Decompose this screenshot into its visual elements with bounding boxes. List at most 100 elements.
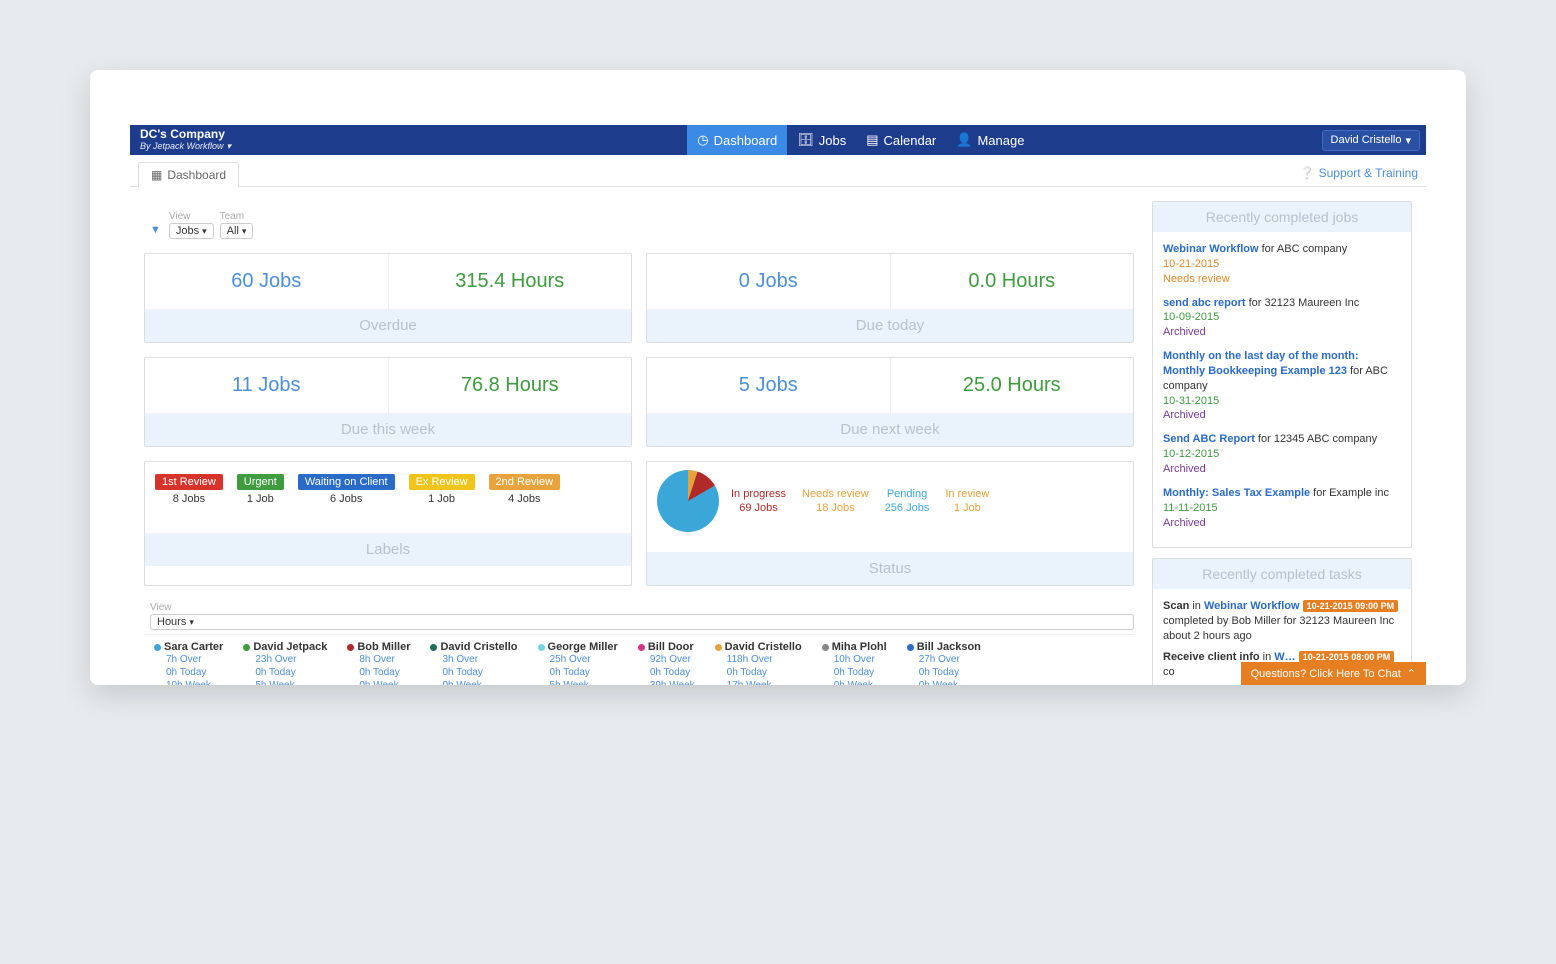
user-menu[interactable]: David Cristello▾ (1322, 130, 1420, 151)
team-member[interactable]: Bill Jackson27h Over0h Today0h Week (907, 641, 981, 685)
status-item: Pending256 Jobs (885, 488, 930, 514)
label-item[interactable]: Urgent1 Job (237, 474, 284, 505)
overdue-title: Overdue (145, 309, 631, 342)
recent-jobs-header: Recently completed jobs (1152, 201, 1412, 232)
job-date: 10-12-2015 (1163, 448, 1219, 460)
view2-select[interactable]: Hours ▾ (150, 614, 1134, 630)
recent-job-item[interactable]: send abc report for 32123 Maureen Inc10-… (1163, 296, 1401, 341)
caret-down-icon: ▾ (1405, 134, 1411, 147)
task-workflow-link[interactable]: Webinar Workflow (1204, 600, 1300, 612)
status-name: In progress (731, 488, 786, 500)
status-name: In review (945, 488, 989, 500)
team-member-name: Sara Carter (164, 641, 223, 653)
task-tail: completed by Bob Miller for 32123 Mauree… (1163, 615, 1394, 642)
team-week: 5h Week (243, 679, 327, 685)
today-jobs: 0 Jobs (647, 254, 891, 309)
job-link[interactable]: Webinar Workflow (1163, 243, 1259, 255)
team-member[interactable]: Bob Miller8h Over0h Today0h Week (347, 641, 410, 685)
nav-dashboard[interactable]: ◷Dashboard (687, 125, 787, 155)
support-link[interactable]: ❔Support & Training (1300, 166, 1418, 186)
label-pill: Ex Review (409, 474, 475, 490)
caret-down-icon: ▾ (242, 226, 247, 237)
labels-title: Labels (145, 533, 631, 566)
brand: DC's Company By Jetpack Workflow▾ (130, 126, 241, 153)
card-due-today[interactable]: 0 Jobs 0.0 Hours Due today (646, 253, 1134, 343)
team-member[interactable]: Bill Door92h Over0h Today39h Week (638, 641, 695, 685)
recent-task-item[interactable]: Scan in Webinar Workflow 10-21-2015 09:0… (1163, 599, 1401, 644)
team-select[interactable]: All ▾ (220, 223, 254, 239)
team-over: 23h Over (243, 653, 327, 666)
team-member[interactable]: Sara Carter7h Over0h Today10h Week (154, 641, 223, 685)
team-week: 5h Week (538, 679, 618, 685)
team-over: 27h Over (907, 653, 981, 666)
color-dot-icon (347, 644, 354, 651)
recent-job-item[interactable]: Monthly: Sales Tax Example for Example i… (1163, 486, 1401, 531)
caret-down-icon: ▾ (189, 617, 194, 628)
label-item[interactable]: Waiting on Client6 Jobs (298, 474, 395, 505)
tab-dashboard[interactable]: ▦Dashboard (138, 162, 239, 187)
nextweek-title: Due next week (647, 413, 1133, 446)
team-member-name: Bob Miller (357, 641, 410, 653)
job-link[interactable]: send abc report (1163, 297, 1246, 309)
team-member-name: George Miller (548, 641, 618, 653)
status-title: Status (647, 552, 1133, 585)
view-select[interactable]: Jobs ▾ (169, 223, 214, 239)
team-week: 0h Week (430, 679, 517, 685)
label-item[interactable]: Ex Review 1 Job (409, 474, 475, 505)
job-status: Archived (1163, 517, 1206, 529)
chat-button[interactable]: Questions? Click Here To Chat⌃ (1241, 662, 1426, 685)
clock-icon: ◷ (697, 132, 708, 148)
team-over: 10h Over (822, 653, 887, 666)
recent-job-item[interactable]: Webinar Workflow for ABC company10-21-20… (1163, 242, 1401, 287)
job-status: Archived (1163, 326, 1206, 338)
label-item[interactable]: 2nd Review4 Jobs (489, 474, 560, 505)
color-dot-icon (638, 644, 645, 651)
label-item[interactable]: 1st Review8 Jobs (155, 474, 223, 505)
team-today: 0h Today (907, 666, 981, 679)
task-time-badge: 10-21-2015 09:00 PM (1303, 600, 1399, 612)
color-dot-icon (822, 644, 829, 651)
job-link[interactable]: Monthly on the last day of the month: Mo… (1163, 350, 1359, 377)
nav-jobs[interactable]: 🗄Jobs (787, 125, 856, 155)
team-member[interactable]: David Jetpack23h Over0h Today5h Week (243, 641, 327, 685)
job-for: for Example inc (1310, 487, 1389, 499)
team-member[interactable]: David Cristello3h Over0h Today0h Week (430, 641, 517, 685)
job-status: Archived (1163, 463, 1206, 475)
job-link[interactable]: Monthly: Sales Tax Example (1163, 487, 1310, 499)
label-count: 4 Jobs (508, 493, 540, 505)
team-filter-label: Team (220, 211, 254, 222)
person-icon: 👤 (956, 132, 972, 148)
nav-calendar[interactable]: ▤Calendar (856, 125, 946, 155)
recent-job-item[interactable]: Monthly on the last day of the month: Mo… (1163, 349, 1401, 423)
team-member[interactable]: Miha Plohl10h Over0h Today0h Week (822, 641, 887, 685)
card-due-next-week[interactable]: 5 Jobs 25.0 Hours Due next week (646, 357, 1134, 447)
team-member-name: David Cristello (440, 641, 517, 653)
team-member[interactable]: David Cristello118h Over0h Today17h Week (715, 641, 802, 685)
caret-down-icon: ▾ (202, 226, 207, 237)
filter-icon[interactable]: ▼ (150, 224, 161, 236)
nav-manage[interactable]: 👤Manage (946, 125, 1034, 155)
color-dot-icon (538, 644, 545, 651)
view-filter-label: View (169, 211, 214, 222)
job-for: for 12345 ABC company (1255, 433, 1377, 445)
job-link[interactable]: Send ABC Report (1163, 433, 1255, 445)
team-member-name: Bill Jackson (917, 641, 981, 653)
label-count: 1 Job (428, 493, 455, 505)
nextweek-jobs: 5 Jobs (647, 358, 891, 413)
label-count: 6 Jobs (330, 493, 362, 505)
team-member[interactable]: George Miller25h Over0h Today5h Week (538, 641, 618, 685)
card-labels: 1st Review8 Jobs Urgent1 Job Waiting on Cl… (144, 461, 632, 586)
color-dot-icon (430, 644, 437, 651)
label-count: 8 Jobs (173, 493, 205, 505)
card-overdue[interactable]: 60 Jobs 315.4 Hours Overdue (144, 253, 632, 343)
team-week: 0h Week (347, 679, 410, 685)
status-name: Pending (885, 488, 930, 500)
status-item: In progress69 Jobs (731, 488, 786, 514)
recent-job-item[interactable]: Send ABC Report for 12345 ABC company 10-… (1163, 432, 1401, 477)
job-for: for 32123 Maureen Inc (1246, 297, 1360, 309)
caret-down-icon[interactable]: ▾ (227, 142, 232, 152)
team-week: 0h Week (822, 679, 887, 685)
color-dot-icon (243, 644, 250, 651)
team-week: 39h Week (638, 679, 695, 685)
card-due-this-week[interactable]: 11 Jobs 76.8 Hours Due this week (144, 357, 632, 447)
